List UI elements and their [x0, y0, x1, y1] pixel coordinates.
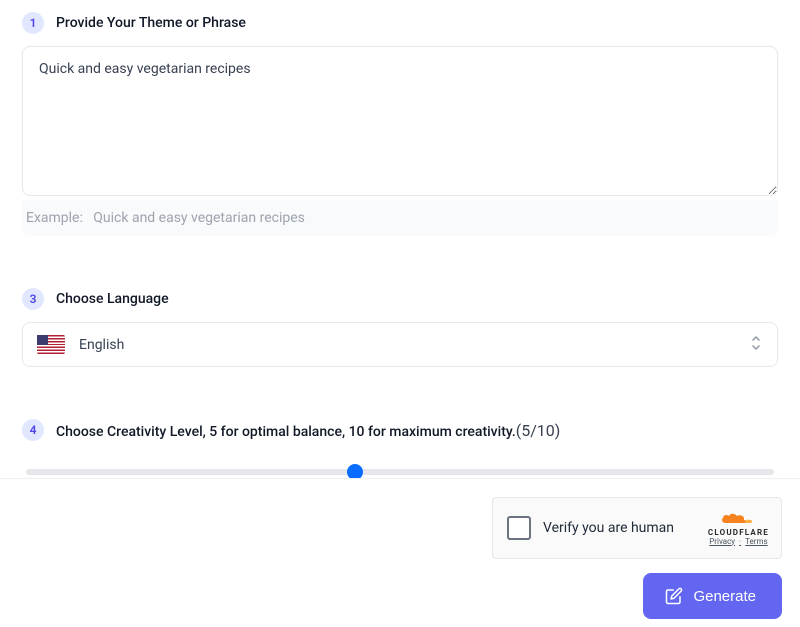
step-4-header: 4 Choose Creativity Level, 5 for optimal… — [22, 419, 778, 441]
example-text: Quick and easy vegetarian recipes — [93, 210, 305, 226]
terms-link[interactable]: Terms — [745, 537, 767, 546]
language-select[interactable]: English — [22, 322, 778, 367]
step-3-badge: 3 — [22, 288, 44, 310]
creativity-value-label: (5/10) — [516, 421, 561, 440]
footer: Verify you are human CLOUDFLARE Privacy … — [0, 478, 800, 627]
theme-input[interactable] — [22, 46, 778, 196]
example-label: Example: — [26, 210, 83, 226]
captcha-checkbox[interactable] — [507, 516, 531, 540]
step-1-badge: 1 — [22, 12, 44, 34]
generate-button[interactable]: Generate — [643, 573, 782, 619]
chevron-up-down-icon — [749, 334, 763, 356]
cloudflare-wordmark: CLOUDFLARE — [708, 528, 769, 537]
slider-track — [26, 469, 774, 475]
cloudflare-branding: CLOUDFLARE Privacy · Terms — [708, 511, 769, 546]
privacy-link[interactable]: Privacy — [709, 537, 735, 546]
step-1-section: 1 Provide Your Theme or Phrase Example: … — [0, 12, 800, 236]
us-flag-icon — [37, 335, 65, 354]
step-1-title: Provide Your Theme or Phrase — [56, 15, 246, 31]
edit-icon — [665, 587, 683, 605]
step-3-section: 3 Choose Language English — [0, 288, 800, 367]
step-4-title: Choose Creativity Level, 5 for optimal b… — [56, 424, 516, 440]
language-selected-label: English — [79, 337, 124, 353]
step-3-title: Choose Language — [56, 291, 169, 307]
cloudflare-links: Privacy · Terms — [709, 537, 767, 546]
captcha-label: Verify you are human — [543, 520, 696, 536]
slider-fill — [26, 469, 355, 475]
step-4-badge: 4 — [22, 419, 44, 441]
generate-button-label: Generate — [693, 588, 756, 605]
example-block: Example: Quick and easy vegetarian recip… — [22, 200, 778, 236]
cloudflare-logo-icon — [720, 511, 756, 528]
step-4-section: 4 Choose Creativity Level, 5 for optimal… — [0, 419, 800, 487]
captcha-widget: Verify you are human CLOUDFLARE Privacy … — [492, 497, 782, 559]
step-1-header: 1 Provide Your Theme or Phrase — [22, 12, 778, 34]
step-3-header: 3 Choose Language — [22, 288, 778, 310]
